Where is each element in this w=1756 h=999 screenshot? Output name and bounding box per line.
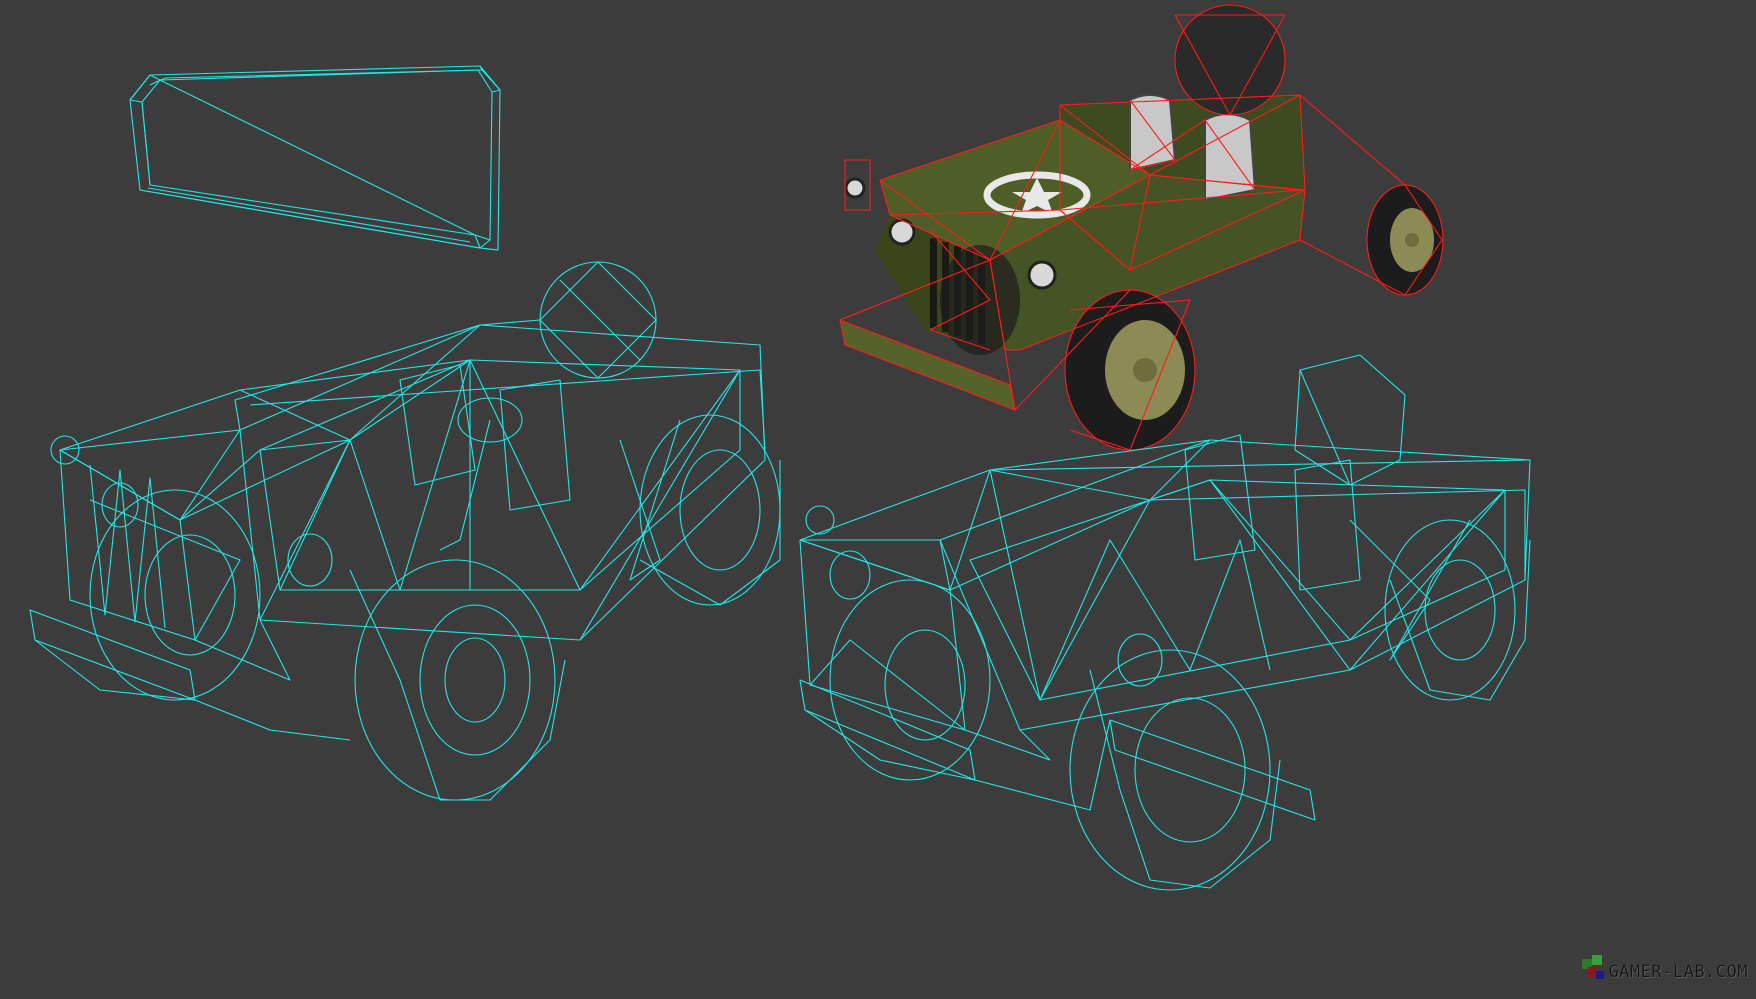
jeep-wireframe-side	[799, 354, 1531, 891]
render-canvas: GAMER-LAB.COM	[0, 0, 1756, 999]
jeep-wireframe-front	[29, 261, 781, 801]
watermark-text: GAMER-LAB.COM	[1608, 962, 1748, 982]
watermark: GAMER-LAB.COM	[1578, 953, 1748, 991]
gamer-lab-logo-icon	[1582, 955, 1604, 979]
